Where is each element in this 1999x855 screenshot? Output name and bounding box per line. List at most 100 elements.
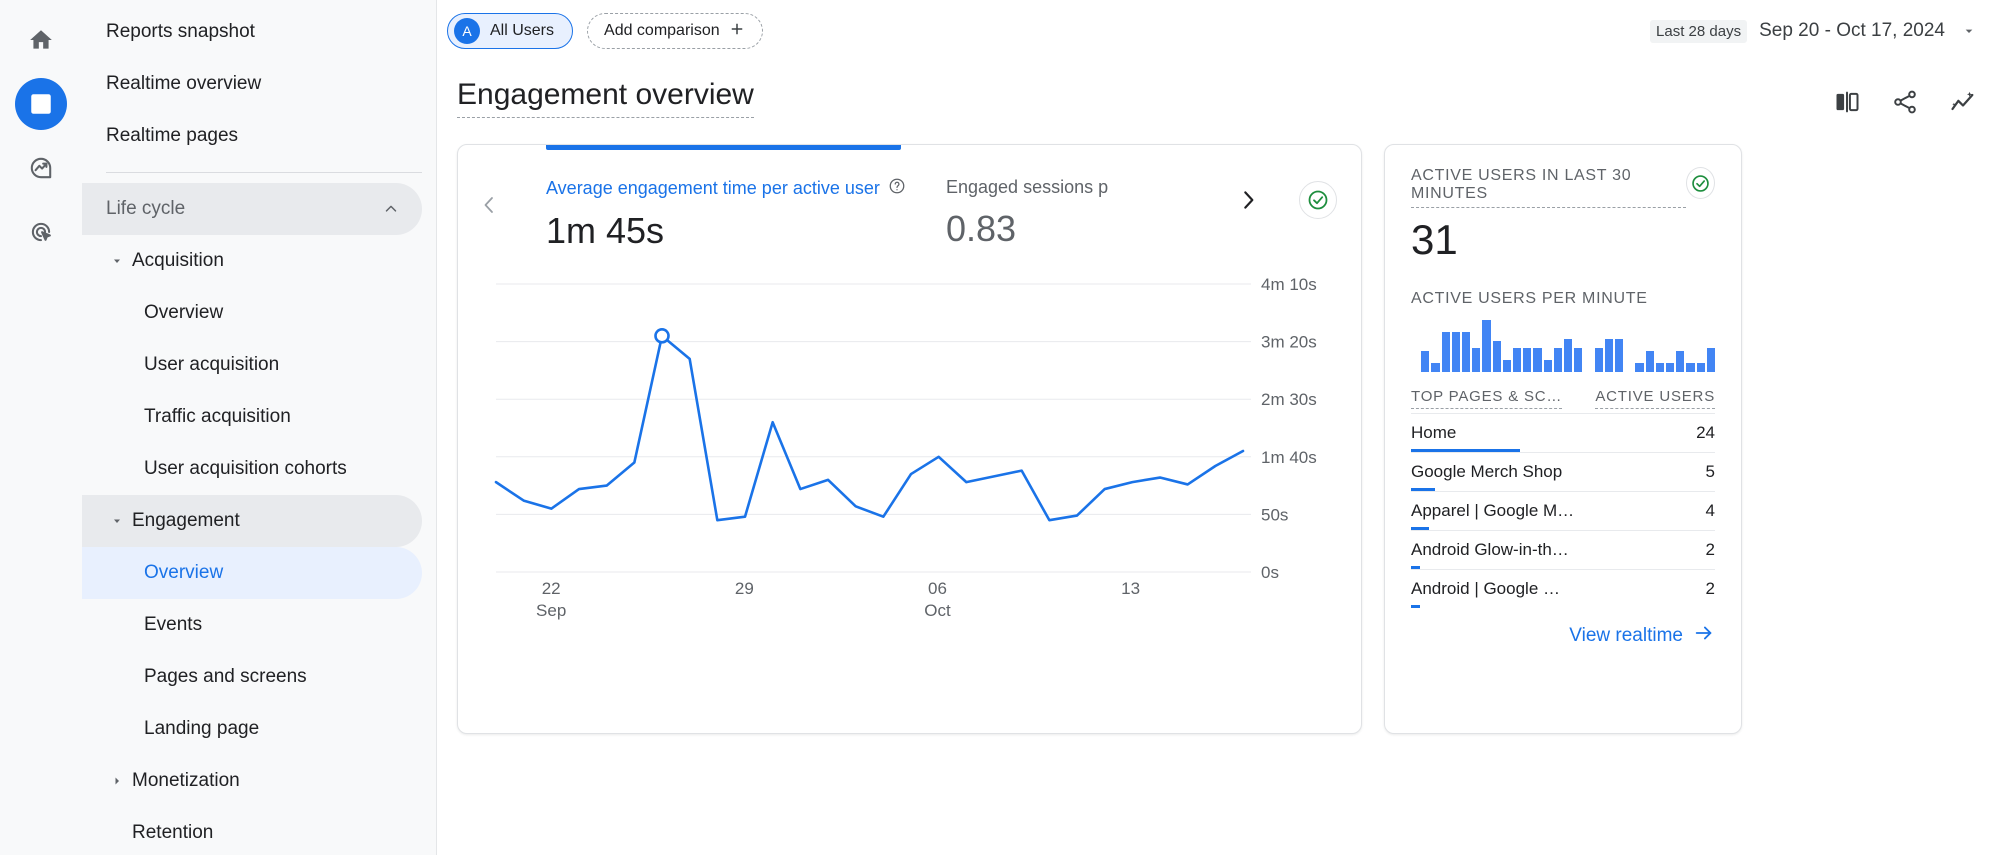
home-icon[interactable] <box>15 14 67 66</box>
date-range-picker[interactable]: Last 28 days Sep 20 - Oct 17, 2024 <box>1650 19 1977 43</box>
sidebar-item-label: Monetization <box>132 770 240 791</box>
x-axis-tick-label: 06 Oct <box>924 579 951 621</box>
chart-highlight-point[interactable] <box>654 328 670 344</box>
row-bar-fill <box>1411 605 1421 608</box>
compare-icon[interactable] <box>1833 88 1861 116</box>
sparkline-bar <box>1564 338 1573 372</box>
sidebar-item-reports-snapshot[interactable]: Reports snapshot <box>82 6 422 58</box>
prev-metric-arrow[interactable] <box>478 193 502 217</box>
sidebar-item-realtime-pages[interactable]: Realtime pages <box>82 110 422 162</box>
help-icon[interactable] <box>888 177 906 200</box>
sidebar-item-label: Engagement <box>132 510 240 531</box>
page-name: Home <box>1411 423 1457 442</box>
metric-secondary-label: Engaged sessions p <box>946 177 1109 197</box>
sparkline-bar <box>1615 338 1624 372</box>
sidebar-item-label: Events <box>144 614 203 635</box>
sidebar-item-user-acquisition[interactable]: User acquisition <box>82 339 422 391</box>
caret-right-icon[interactable] <box>110 774 124 788</box>
x-axis-tick-label: 13 <box>1121 579 1141 598</box>
table-row[interactable]: Android Glow-in-th… 2 <box>1411 530 1715 569</box>
next-metric-arrow[interactable] <box>1235 187 1261 213</box>
reports-icon[interactable] <box>15 78 67 130</box>
sparkline-bar <box>1421 350 1430 372</box>
sparkline-bar <box>1472 348 1481 372</box>
sparkline-bar <box>1635 362 1644 372</box>
line-chart-svg: 4m 10s 3m 20s 2m 30s 1m 40s 50s 0s <box>494 275 1317 582</box>
realtime-card: ACTIVE USERS IN LAST 30 MINUTES 31 ACTIV… <box>1384 144 1742 734</box>
table-row-content: Google Merch Shop 5 <box>1411 462 1715 482</box>
metric-engaged-sessions[interactable]: Engaged sessions p 0.83 <box>946 177 1206 250</box>
realtime-status-badge[interactable] <box>1685 167 1715 199</box>
sidebar-item-retention[interactable]: Retention <box>82 807 422 855</box>
sidebar-item-traffic-acquisition[interactable]: Traffic acquisition <box>82 391 422 443</box>
chart-series-line <box>494 334 1245 522</box>
active-users-per-minute-label: ACTIVE USERS PER MINUTE <box>1411 290 1648 307</box>
metric-primary-value: 1m 45s <box>546 210 665 251</box>
insights-icon[interactable] <box>1949 88 1977 116</box>
y-axis-tick-label: 2m 30s <box>1261 390 1317 409</box>
share-icon[interactable] <box>1891 88 1919 116</box>
sidebar-item-life-cycle[interactable]: Life cycle <box>82 183 422 235</box>
sidebar-item-overview[interactable]: Overview <box>82 287 422 339</box>
view-realtime-link[interactable]: View realtime <box>1569 622 1715 650</box>
sparkline-bar <box>1706 348 1716 372</box>
sidebar-item-engagement[interactable]: Engagement <box>82 495 422 547</box>
metric-avg-engagement-time[interactable]: Average engagement time per active user … <box>546 177 946 252</box>
sidebar-item-label: Pages and screens <box>144 666 307 687</box>
sparkline-bar <box>1594 348 1603 372</box>
page-actions <box>1833 78 1977 116</box>
icon-rail <box>0 0 82 855</box>
active-users-value: 31 <box>1411 216 1458 263</box>
table-row[interactable]: Apparel | Google M… 4 <box>1411 491 1715 530</box>
active-users-count: 2 <box>1705 579 1715 598</box>
chart-status-badge[interactable] <box>1299 181 1337 219</box>
sparkline-bar <box>1502 360 1512 372</box>
active-users-sparkline <box>1411 320 1716 372</box>
x-axis: 22 Sep 29 06 Oct 13 <box>496 578 1241 638</box>
table-row[interactable]: Google Merch Shop 5 <box>1411 452 1715 491</box>
date-range-text: Sep 20 - Oct 17, 2024 <box>1759 20 1945 41</box>
sidebar-item-overview[interactable]: Overview <box>82 547 422 599</box>
advertising-icon[interactable] <box>15 206 67 258</box>
add-comparison-button[interactable]: Add comparison <box>587 13 763 49</box>
sidebar-item-events[interactable]: Events <box>82 599 422 651</box>
active-users-label: ACTIVE USERS IN LAST 30 MINUTES <box>1411 167 1686 208</box>
sidebar-item-landing-page[interactable]: Landing page <box>82 703 422 755</box>
sidebar-item-label: Acquisition <box>132 250 224 271</box>
table-body: Home 24 Google Merch Shop 5 Apparel | Google… <box>1411 413 1715 608</box>
explore-icon[interactable] <box>15 142 67 194</box>
sparkline-bar <box>1523 348 1532 372</box>
app-root: Reports snapshot Realtime overview Realtim… <box>0 0 1999 855</box>
chevron-up-icon[interactable] <box>382 200 400 218</box>
main-content: A All Users Add comparison Last 28 days … <box>437 0 1999 855</box>
sidebar-item-acquisition[interactable]: Acquisition <box>82 235 422 287</box>
sidebar-item-label: Reports snapshot <box>106 21 255 42</box>
page-name: Android Glow-in-th… <box>1411 540 1569 559</box>
page-name: Apparel | Google M… <box>1411 501 1575 520</box>
caret-down-icon[interactable] <box>110 254 124 268</box>
table-row[interactable]: Android | Google … 2 <box>1411 569 1715 608</box>
sidebar-item-monetization[interactable]: Monetization <box>82 755 422 807</box>
sidebar-item-label: Retention <box>132 822 214 843</box>
line-chart-plot[interactable]: 4m 10s 3m 20s 2m 30s 1m 40s 50s 0s <box>458 275 1361 582</box>
sparkline-bar <box>1543 360 1552 372</box>
sidebar-item-pages-and-screens[interactable]: Pages and screens <box>82 651 422 703</box>
sparkline-bar <box>1574 348 1583 372</box>
sidebar-item-label: Landing page <box>144 718 260 739</box>
sparkline-bar <box>1676 350 1685 372</box>
comparison-toolbar: A All Users Add comparison Last 28 days … <box>437 0 1999 62</box>
sparkline-bar <box>1533 348 1542 372</box>
active-users-count: 24 <box>1696 423 1715 442</box>
table-header-row: TOP PAGES & SC… ACTIVE USERS <box>1411 388 1715 413</box>
table-row-content: Home 24 <box>1411 423 1715 443</box>
all-users-chip[interactable]: A All Users <box>447 13 574 49</box>
add-comparison-label: Add comparison <box>604 22 720 39</box>
caret-down-icon[interactable] <box>110 514 124 528</box>
row-bar-track <box>1411 605 1715 608</box>
sparkline-bar <box>1482 320 1491 372</box>
table-row[interactable]: Home 24 <box>1411 413 1715 452</box>
sidebar-item-label: Realtime pages <box>106 125 239 146</box>
sparkline-bar <box>1645 350 1654 372</box>
sidebar-item-realtime-overview[interactable]: Realtime overview <box>82 58 422 110</box>
sidebar-item-user-acquisition-cohorts[interactable]: User acquisition cohorts <box>82 443 422 495</box>
